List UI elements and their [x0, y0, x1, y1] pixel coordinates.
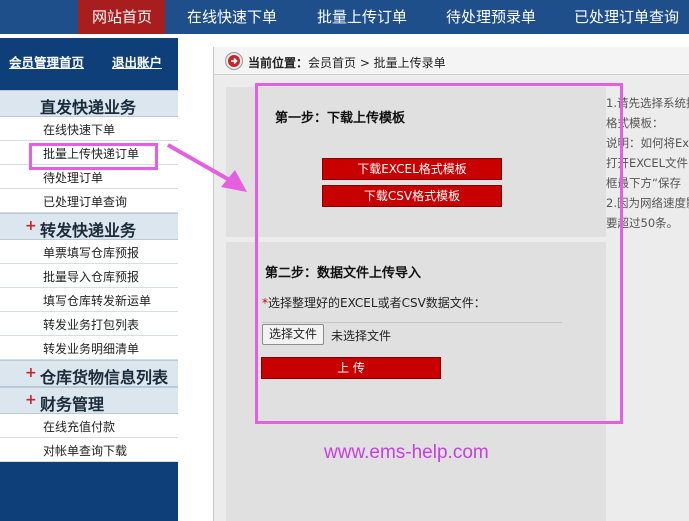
- section-title: 转发快递业务: [40, 221, 137, 240]
- sidebar-item-single-forecast[interactable]: 单票填写仓库预报: [0, 240, 178, 264]
- sidebar-item-label: 批量导入仓库预报: [43, 270, 140, 284]
- sidebar-item-detail-list[interactable]: 转发业务明细清单: [0, 336, 178, 360]
- watermark-url: www.ems-help.com: [324, 442, 489, 463]
- sidebar-item-batch-forecast[interactable]: 批量导入仓库预报: [0, 264, 178, 288]
- sidebar-item-label: 待处理订单: [43, 171, 104, 185]
- sidebar-item-label: 在线充值付款: [43, 420, 116, 434]
- nav-batch-upload[interactable]: 批量上传订单: [317, 0, 407, 34]
- breadcrumb-label: 当前位置：: [248, 56, 309, 70]
- sidebar-item-recharge[interactable]: 在线充值付款: [0, 414, 178, 438]
- section-finance[interactable]: + 财务管理: [0, 387, 178, 414]
- arrow-right-circle-icon: [226, 53, 242, 69]
- highlight-box-content: [255, 83, 623, 424]
- sidebar-item-label: 转发业务明细清单: [43, 342, 140, 356]
- logout-link[interactable]: 退出账户: [112, 52, 162, 71]
- breadcrumb-path: 会员首页 > 批量上传录单: [308, 56, 446, 70]
- nav-processed-query[interactable]: 已处理订单查询: [574, 0, 679, 34]
- sidebar-item-processed[interactable]: 已处理订单查询: [0, 189, 178, 213]
- sidebar-item-label: 在线快速下单: [43, 123, 116, 137]
- sidebar-item-label: 填写仓库转发新运单: [43, 294, 152, 308]
- sidebar-item-label: 对帐单查询下载: [43, 444, 128, 458]
- sidebar-item-label: 已处理订单查询: [43, 195, 128, 209]
- sidebar: 会员管理首页 退出账户 直发快递业务 在线快速下单 批量上传快递订单 待处理订单…: [0, 38, 178, 521]
- section-forward-express[interactable]: + 转发快递业务: [0, 213, 178, 240]
- annotation-arrow-icon: [167, 143, 247, 192]
- sidebar-item-label: 单票填写仓库预报: [43, 246, 140, 260]
- member-home-link[interactable]: 会员管理首页: [9, 52, 84, 71]
- sidebar-account-links: 会员管理首页 退出账户: [0, 52, 178, 74]
- plus-icon: +: [25, 365, 37, 381]
- section-title: 仓库货物信息列表: [40, 368, 169, 387]
- plus-icon: +: [25, 392, 37, 408]
- sidebar-item-quick-order[interactable]: 在线快速下单: [0, 117, 178, 141]
- plus-icon: +: [25, 218, 37, 234]
- nav-home[interactable]: 网站首页: [78, 0, 165, 34]
- nav-pending-orders[interactable]: 待处理预录单: [446, 0, 536, 34]
- section-direct-express[interactable]: 直发快递业务: [0, 90, 178, 117]
- nav-quick-order[interactable]: 在线快速下单: [187, 0, 277, 34]
- sidebar-item-statement[interactable]: 对帐单查询下载: [0, 438, 178, 462]
- section-title: 直发快递业务: [40, 98, 137, 117]
- top-nav: 网站首页 在线快速下单 批量上传订单 待处理预录单 已处理订单查询: [0, 0, 689, 34]
- sidebar-item-pack-list[interactable]: 转发业务打包列表: [0, 312, 178, 336]
- sidebar-item-new-waybill[interactable]: 填写仓库转发新运单: [0, 288, 178, 312]
- section-warehouse-goods[interactable]: + 仓库货物信息列表: [0, 360, 178, 387]
- section-title: 财务管理: [40, 395, 105, 414]
- breadcrumb: 当前位置： 会员首页 > 批量上传录单: [214, 47, 689, 75]
- sidebar-item-label: 转发业务打包列表: [43, 318, 140, 332]
- highlight-box-sidebar: [29, 143, 158, 170]
